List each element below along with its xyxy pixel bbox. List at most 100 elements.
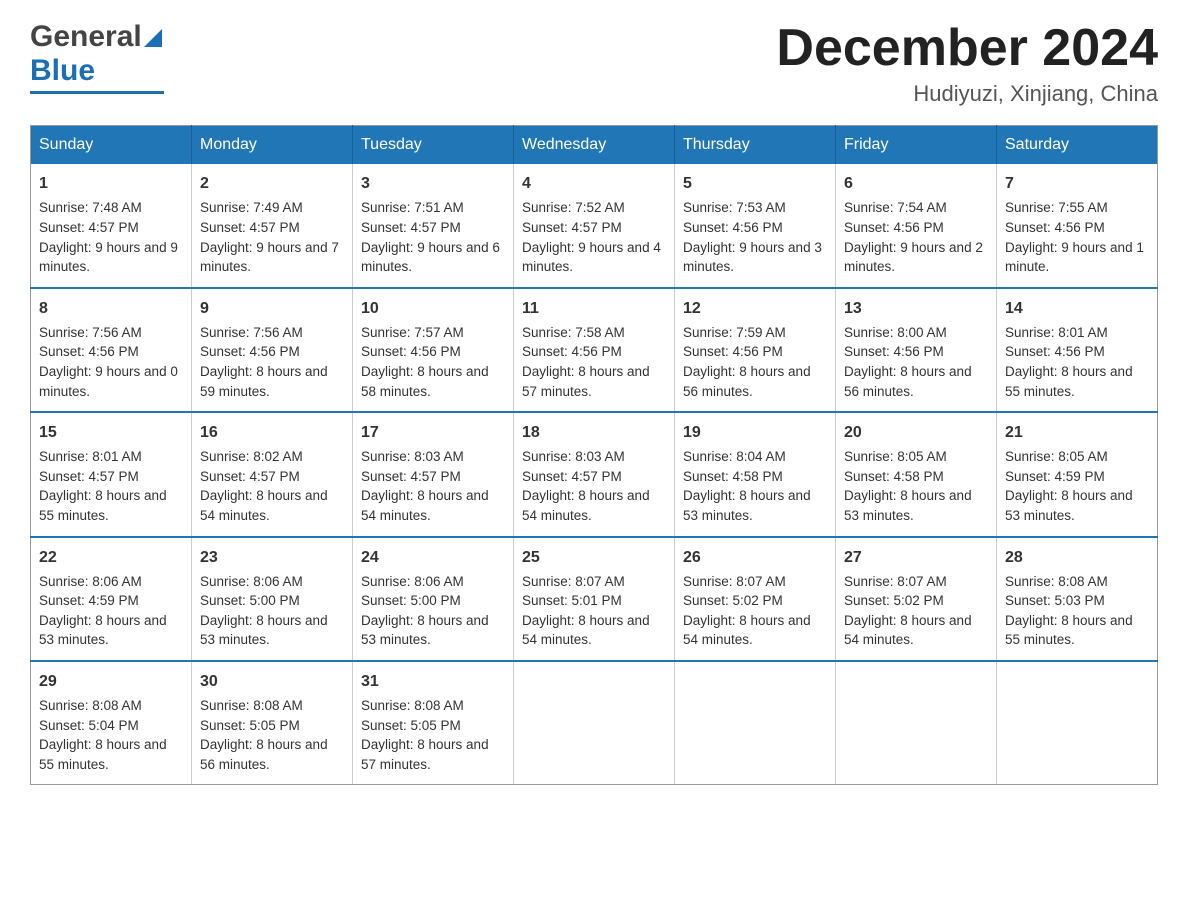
calendar-cell: 17Sunrise: 8:03 AMSunset: 4:57 PMDayligh… bbox=[353, 412, 514, 536]
day-number: 4 bbox=[522, 172, 666, 195]
daylight-text: Daylight: 8 hours and 55 minutes. bbox=[1005, 613, 1133, 648]
day-number: 2 bbox=[200, 172, 344, 195]
sunset-text: Sunset: 4:57 PM bbox=[522, 220, 622, 235]
sunset-text: Sunset: 5:05 PM bbox=[361, 718, 461, 733]
sunset-text: Sunset: 5:00 PM bbox=[200, 593, 300, 608]
sunset-text: Sunset: 5:00 PM bbox=[361, 593, 461, 608]
sunrise-text: Sunrise: 8:07 AM bbox=[683, 574, 786, 589]
sunset-text: Sunset: 5:03 PM bbox=[1005, 593, 1105, 608]
logo-triangle-icon bbox=[144, 27, 162, 47]
calendar-table: SundayMondayTuesdayWednesdayThursdayFrid… bbox=[30, 125, 1158, 785]
day-number: 13 bbox=[844, 297, 988, 320]
sunrise-text: Sunrise: 7:58 AM bbox=[522, 325, 625, 340]
day-number: 16 bbox=[200, 421, 344, 444]
calendar-cell bbox=[514, 661, 675, 785]
logo-blue: Blue bbox=[30, 54, 95, 88]
sunrise-text: Sunrise: 8:08 AM bbox=[1005, 574, 1108, 589]
sunset-text: Sunset: 4:56 PM bbox=[844, 220, 944, 235]
daylight-text: Daylight: 8 hours and 55 minutes. bbox=[39, 488, 167, 523]
daylight-text: Daylight: 9 hours and 3 minutes. bbox=[683, 240, 822, 275]
calendar-cell: 26Sunrise: 8:07 AMSunset: 5:02 PMDayligh… bbox=[675, 537, 836, 661]
calendar-cell: 18Sunrise: 8:03 AMSunset: 4:57 PMDayligh… bbox=[514, 412, 675, 536]
calendar-cell: 24Sunrise: 8:06 AMSunset: 5:00 PMDayligh… bbox=[353, 537, 514, 661]
calendar-cell: 30Sunrise: 8:08 AMSunset: 5:05 PMDayligh… bbox=[192, 661, 353, 785]
calendar-week-3: 15Sunrise: 8:01 AMSunset: 4:57 PMDayligh… bbox=[31, 412, 1158, 536]
sunset-text: Sunset: 5:04 PM bbox=[39, 718, 139, 733]
day-number: 29 bbox=[39, 670, 183, 693]
day-number: 24 bbox=[361, 546, 505, 569]
sunrise-text: Sunrise: 8:04 AM bbox=[683, 449, 786, 464]
calendar-cell: 23Sunrise: 8:06 AMSunset: 5:00 PMDayligh… bbox=[192, 537, 353, 661]
page-header: General Blue December 2024 Hudiyuzi, Xin… bbox=[30, 20, 1158, 107]
day-number: 22 bbox=[39, 546, 183, 569]
sunrise-text: Sunrise: 8:03 AM bbox=[522, 449, 625, 464]
sunset-text: Sunset: 4:57 PM bbox=[361, 469, 461, 484]
title-area: December 2024 Hudiyuzi, Xinjiang, China bbox=[776, 20, 1158, 107]
sunrise-text: Sunrise: 8:06 AM bbox=[39, 574, 142, 589]
sunset-text: Sunset: 4:57 PM bbox=[39, 469, 139, 484]
day-number: 21 bbox=[1005, 421, 1149, 444]
day-number: 20 bbox=[844, 421, 988, 444]
calendar-cell bbox=[836, 661, 997, 785]
daylight-text: Daylight: 8 hours and 57 minutes. bbox=[361, 737, 489, 772]
daylight-text: Daylight: 9 hours and 0 minutes. bbox=[39, 364, 178, 399]
calendar-cell: 27Sunrise: 8:07 AMSunset: 5:02 PMDayligh… bbox=[836, 537, 997, 661]
sunset-text: Sunset: 4:56 PM bbox=[361, 344, 461, 359]
day-number: 26 bbox=[683, 546, 827, 569]
sunrise-text: Sunrise: 8:01 AM bbox=[1005, 325, 1108, 340]
calendar-cell: 13Sunrise: 8:00 AMSunset: 4:56 PMDayligh… bbox=[836, 288, 997, 412]
daylight-text: Daylight: 8 hours and 59 minutes. bbox=[200, 364, 328, 399]
sunset-text: Sunset: 4:56 PM bbox=[39, 344, 139, 359]
daylight-text: Daylight: 8 hours and 54 minutes. bbox=[683, 613, 811, 648]
sunset-text: Sunset: 4:56 PM bbox=[844, 344, 944, 359]
calendar-cell bbox=[997, 661, 1158, 785]
sunset-text: Sunset: 5:01 PM bbox=[522, 593, 622, 608]
calendar-cell: 1Sunrise: 7:48 AMSunset: 4:57 PMDaylight… bbox=[31, 164, 192, 287]
sunset-text: Sunset: 4:56 PM bbox=[522, 344, 622, 359]
day-number: 3 bbox=[361, 172, 505, 195]
sunrise-text: Sunrise: 7:57 AM bbox=[361, 325, 464, 340]
daylight-text: Daylight: 8 hours and 54 minutes. bbox=[844, 613, 972, 648]
daylight-text: Daylight: 9 hours and 6 minutes. bbox=[361, 240, 500, 275]
day-number: 1 bbox=[39, 172, 183, 195]
calendar-cell bbox=[675, 661, 836, 785]
calendar-cell: 15Sunrise: 8:01 AMSunset: 4:57 PMDayligh… bbox=[31, 412, 192, 536]
daylight-text: Daylight: 8 hours and 55 minutes. bbox=[39, 737, 167, 772]
sunrise-text: Sunrise: 7:59 AM bbox=[683, 325, 786, 340]
sunrise-text: Sunrise: 8:06 AM bbox=[200, 574, 303, 589]
daylight-text: Daylight: 8 hours and 54 minutes. bbox=[522, 613, 650, 648]
calendar-week-1: 1Sunrise: 7:48 AMSunset: 4:57 PMDaylight… bbox=[31, 164, 1158, 287]
calendar-week-2: 8Sunrise: 7:56 AMSunset: 4:56 PMDaylight… bbox=[31, 288, 1158, 412]
day-number: 17 bbox=[361, 421, 505, 444]
logo-general: General bbox=[30, 20, 142, 54]
daylight-text: Daylight: 8 hours and 57 minutes. bbox=[522, 364, 650, 399]
sunset-text: Sunset: 4:58 PM bbox=[683, 469, 783, 484]
calendar-cell: 9Sunrise: 7:56 AMSunset: 4:56 PMDaylight… bbox=[192, 288, 353, 412]
sunrise-text: Sunrise: 7:54 AM bbox=[844, 200, 947, 215]
calendar-cell: 8Sunrise: 7:56 AMSunset: 4:56 PMDaylight… bbox=[31, 288, 192, 412]
sunset-text: Sunset: 4:57 PM bbox=[200, 220, 300, 235]
daylight-text: Daylight: 8 hours and 53 minutes. bbox=[39, 613, 167, 648]
calendar-cell: 7Sunrise: 7:55 AMSunset: 4:56 PMDaylight… bbox=[997, 164, 1158, 287]
calendar-cell: 31Sunrise: 8:08 AMSunset: 5:05 PMDayligh… bbox=[353, 661, 514, 785]
day-number: 9 bbox=[200, 297, 344, 320]
daylight-text: Daylight: 8 hours and 53 minutes. bbox=[361, 613, 489, 648]
sunrise-text: Sunrise: 8:08 AM bbox=[39, 698, 142, 713]
calendar-week-5: 29 Sunrise: 8:08 AM Sunset: 5:04 PM Dayligh… bbox=[31, 661, 1158, 785]
logo: General Blue bbox=[30, 20, 164, 94]
sunrise-text: Sunrise: 7:51 AM bbox=[361, 200, 464, 215]
day-number: 25 bbox=[522, 546, 666, 569]
calendar-cell: 4Sunrise: 7:52 AMSunset: 4:57 PMDaylight… bbox=[514, 164, 675, 287]
calendar-cell: 21Sunrise: 8:05 AMSunset: 4:59 PMDayligh… bbox=[997, 412, 1158, 536]
day-number: 10 bbox=[361, 297, 505, 320]
day-number: 30 bbox=[200, 670, 344, 693]
day-number: 19 bbox=[683, 421, 827, 444]
sunset-text: Sunset: 4:56 PM bbox=[1005, 344, 1105, 359]
day-number: 12 bbox=[683, 297, 827, 320]
daylight-text: Daylight: 8 hours and 54 minutes. bbox=[361, 488, 489, 523]
weekday-header-tuesday: Tuesday bbox=[353, 126, 514, 165]
sunset-text: Sunset: 4:56 PM bbox=[683, 344, 783, 359]
sunset-text: Sunset: 4:59 PM bbox=[39, 593, 139, 608]
sunrise-text: Sunrise: 8:00 AM bbox=[844, 325, 947, 340]
daylight-text: Daylight: 8 hours and 58 minutes. bbox=[361, 364, 489, 399]
